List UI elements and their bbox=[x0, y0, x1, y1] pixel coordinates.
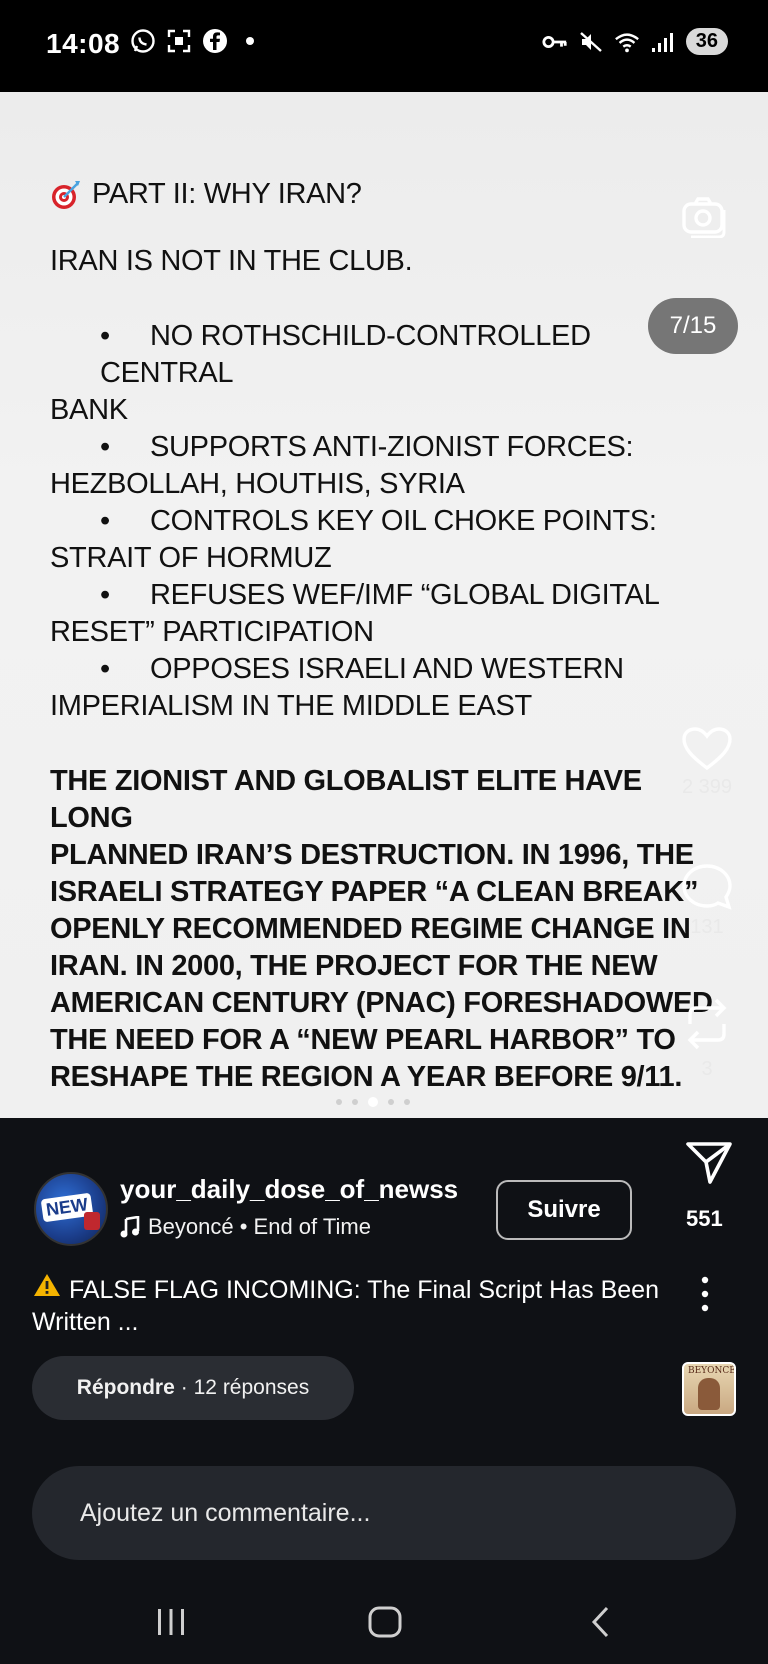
carousel-dot-active bbox=[368, 1097, 378, 1107]
status-time: 14:08 bbox=[46, 28, 121, 59]
list-item: • NO ROTHSCHILD-CONTROLLED CENTRAL BANK bbox=[50, 320, 591, 426]
reply-count: · 12 réponses bbox=[180, 1376, 310, 1399]
avatar-decoration bbox=[84, 1212, 100, 1230]
share-icon[interactable] bbox=[684, 1140, 734, 1186]
signal-icon bbox=[650, 29, 676, 55]
key-icon bbox=[542, 29, 568, 55]
warning-icon bbox=[34, 1274, 60, 1296]
heart-icon[interactable] bbox=[681, 726, 733, 772]
post-caption[interactable]: FALSE FLAG INCOMING: The Final Script Ha… bbox=[32, 1272, 682, 1338]
battery-icon: 36 bbox=[685, 28, 728, 55]
target-icon bbox=[52, 180, 80, 209]
status-left-icons bbox=[130, 28, 254, 54]
comment-action[interactable]: 131 bbox=[676, 862, 738, 939]
heading-text: PART II: WHY IRAN? bbox=[92, 178, 362, 210]
follow-button[interactable]: Suivre bbox=[496, 1180, 632, 1240]
status-bar: 14:08 36 bbox=[0, 0, 768, 92]
carousel-dot bbox=[388, 1099, 394, 1105]
home-icon[interactable] bbox=[360, 1600, 410, 1644]
post-subheading: IRAN IS NOT IN THE CLUB. bbox=[50, 245, 413, 277]
wifi-icon bbox=[614, 29, 640, 55]
repost-icon[interactable] bbox=[682, 994, 732, 1054]
avatar[interactable]: NEW bbox=[34, 1172, 108, 1246]
slide-counter: 7/15 bbox=[648, 298, 738, 354]
recents-icon[interactable] bbox=[146, 1600, 196, 1644]
list-item: • CONTROLS KEY OIL CHOKE POINTS: STRAIT O… bbox=[50, 505, 657, 574]
carousel-dots bbox=[336, 1097, 410, 1107]
music-info[interactable]: Beyoncé • End of Time bbox=[120, 1214, 371, 1240]
list-item: • SUPPORTS ANTI-ZIONIST FORCES: HEZBOLLAH… bbox=[50, 431, 634, 500]
thumb-figure bbox=[698, 1378, 720, 1410]
carousel-dot bbox=[336, 1099, 342, 1105]
repost-action[interactable]: 3 bbox=[676, 994, 738, 1081]
repost-count: 3 bbox=[701, 1058, 713, 1080]
comment-count: 131 bbox=[690, 916, 724, 938]
music-note-icon bbox=[120, 1216, 140, 1238]
like-action[interactable]: 2 399 bbox=[676, 726, 738, 799]
music-thumbnail[interactable]: BEYONCÉ bbox=[682, 1362, 736, 1416]
camera-icon[interactable] bbox=[680, 194, 728, 239]
post-slide[interactable]: PART II: WHY IRAN? IRAN IS NOT IN THE CL… bbox=[0, 92, 768, 1118]
facebook-icon bbox=[202, 28, 228, 54]
whatsapp-icon bbox=[130, 28, 156, 54]
post-heading: PART II: WHY IRAN? bbox=[50, 176, 720, 213]
caption-text: FALSE FLAG INCOMING: The Final Script Ha… bbox=[32, 1276, 659, 1336]
like-count: 2 399 bbox=[681, 776, 733, 798]
status-right-icons: 36 bbox=[542, 28, 728, 55]
list-item: • OPPOSES ISRAELI AND WESTERN IMPERIALISM… bbox=[50, 653, 624, 722]
carousel-dot bbox=[352, 1099, 358, 1105]
notification-dot bbox=[246, 37, 254, 45]
comment-input[interactable]: Ajoutez un commentaire... bbox=[32, 1466, 736, 1560]
username[interactable]: your_daily_dose_of_newss bbox=[120, 1174, 458, 1205]
share-count: 551 bbox=[686, 1206, 723, 1231]
carousel-dot bbox=[404, 1099, 410, 1105]
replies-button[interactable]: Répondre · 12 réponses bbox=[32, 1356, 354, 1420]
thumb-label: BEYONCÉ bbox=[688, 1366, 736, 1376]
music-label: Beyoncé • End of Time bbox=[148, 1214, 371, 1239]
system-nav-bar bbox=[0, 1586, 768, 1664]
comment-icon[interactable] bbox=[680, 862, 734, 912]
mute-icon bbox=[578, 29, 604, 55]
reply-label: Répondre bbox=[76, 1376, 175, 1399]
bullet-list: • NO ROTHSCHILD-CONTROLLED CENTRAL BANK •… bbox=[50, 318, 720, 725]
screenshot-icon bbox=[166, 28, 192, 54]
post-body: THE ZIONIST AND GLOBALIST ELITE HAVE LON… bbox=[50, 765, 713, 1093]
post-text: PART II: WHY IRAN? IRAN IS NOT IN THE CL… bbox=[50, 176, 720, 1096]
back-icon[interactable] bbox=[576, 1600, 626, 1644]
list-item: • REFUSES WEF/IMF “GLOBAL DIGITAL RESET” … bbox=[50, 579, 660, 648]
more-options-icon[interactable] bbox=[700, 1276, 710, 1312]
